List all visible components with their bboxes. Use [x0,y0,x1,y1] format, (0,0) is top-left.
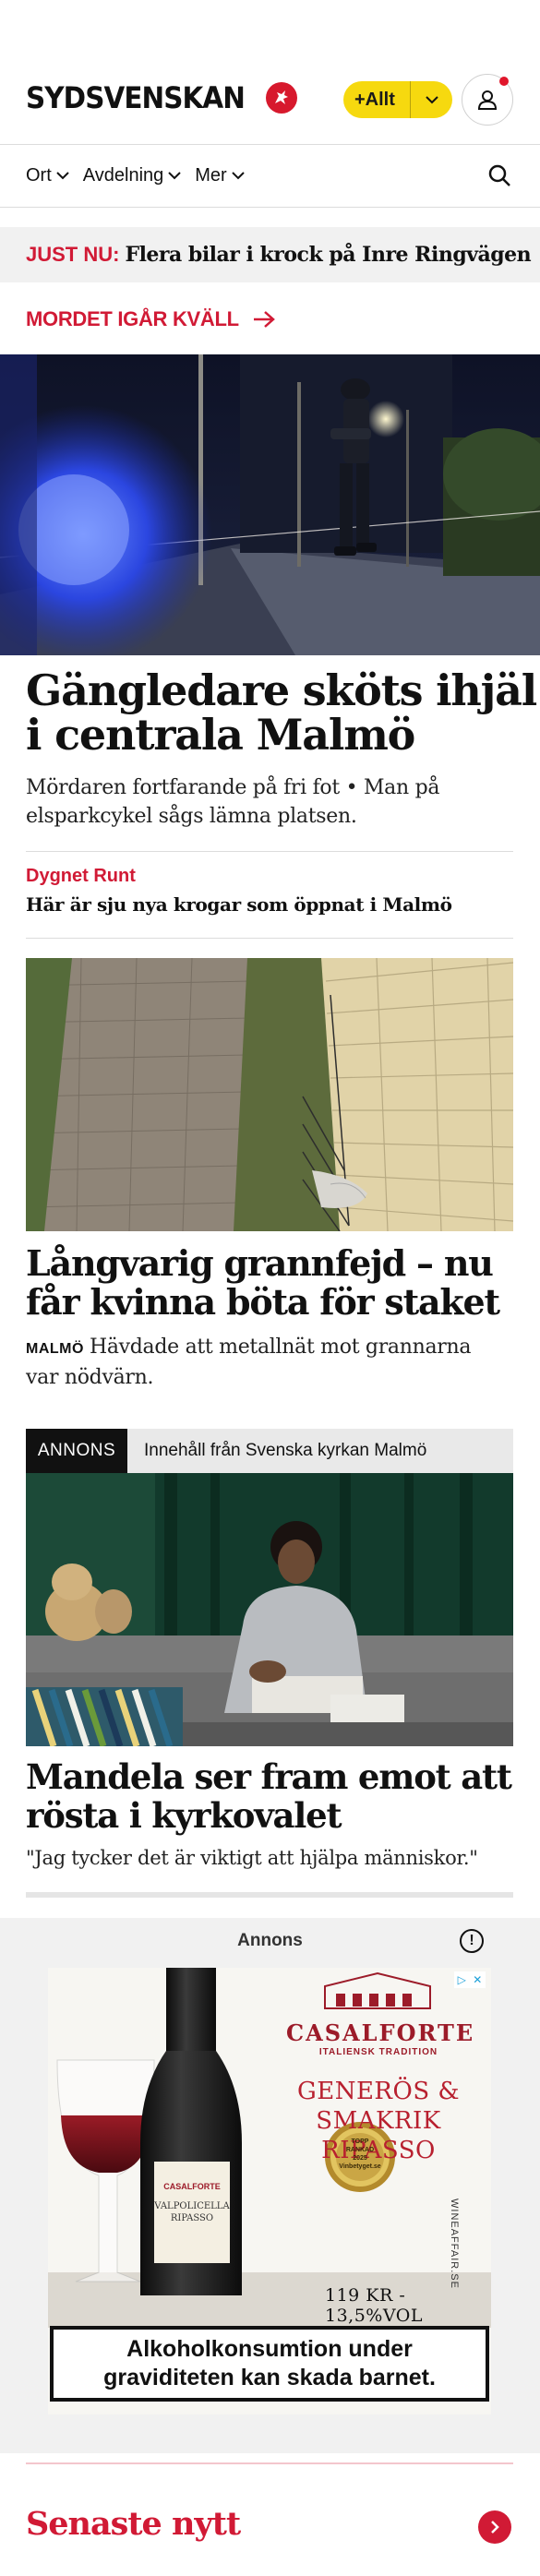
ad-brand: CASALFORTE [286,2019,475,2046]
chevron-down-icon [411,95,452,104]
sponsored-headline[interactable]: Mandela ser fram emot att rösta i kyrkov… [26,1756,512,1836]
lede-line: elsparkcykel sågs lämna platsen. [26,805,357,828]
alcohol-warning: Alkoholkonsumtion under graviditeten kan… [50,2326,489,2402]
user-icon [477,90,498,110]
topic-link[interactable]: MORDET IGÅR KVÄLL [26,301,276,338]
chevron-down-icon [56,172,69,180]
headline-line: Mandela ser fram emot att [26,1756,512,1797]
search-button[interactable] [486,162,512,193]
sponsored-label-bar: ANNONS Innehåll från Svenska kyrkan Malm… [26,1429,513,1473]
main-nav: Ort Avdelning Mer [0,146,540,205]
headline-line: rösta i kyrkovalet [26,1795,342,1836]
nav-item-avdelning[interactable]: Avdelning [83,165,182,186]
user-account-button[interactable] [462,74,513,126]
headline-line: Långvarig grannfejd – nu [26,1242,494,1284]
latest-news-arrow-button[interactable] [478,2510,511,2544]
nav-label: Ort [26,164,52,186]
nav-label: Mer [195,164,227,186]
main-story-image[interactable] [0,354,540,655]
latest-news-title[interactable]: Senaste nytt [26,2505,241,2543]
allt-label: +Allt [354,89,395,110]
headline-line: får kvinna böta för staket [26,1281,500,1323]
nav-divider [0,207,540,208]
chevron-down-icon [168,172,181,180]
sponsored-image[interactable] [26,1473,513,1746]
griffin-logo-icon [265,82,297,114]
lede-line: Hävdade att metallnät mot grannarna [89,1336,472,1359]
header-divider [0,144,540,145]
bottle-label-brand: CASALFORTE [163,2182,221,2191]
annons-tag: ANNONS [26,1429,127,1473]
related-kicker[interactable]: Dygnet Runt [26,866,136,887]
sponsored-divider [26,1892,513,1898]
site-header: SYDSVENSKAN +Allt [0,0,540,144]
ad-info-icon[interactable]: ! [460,1929,484,1953]
ad-site: WINEAFFAIR.SE [449,2199,460,2289]
chevron-down-icon [232,172,245,180]
sponsor-name: Innehåll från Svenska kyrkan Malmö [144,1441,427,1460]
wine-ad-creative[interactable]: ▷ ✕ CASALFORTE VALPOLICELLA RIPASSO CASA… [48,1968,491,2414]
nav-item-ort[interactable]: Ort [26,165,70,186]
search-icon [488,164,510,186]
breaking-label: JUST NU: [26,243,120,266]
sponsored-lede: "Jag tycker det är viktigt att hjälpa mä… [26,1847,478,1869]
related-headline[interactable]: Här är sju nya krogar som öppnat i Malmö [26,893,452,916]
ad-price: 119 KR - 13,5%VOL [325,2285,423,2326]
section-divider [26,2462,513,2464]
story2-lede: MALMÖ Hävdade att metallnät mot grannarna… [26,1333,472,1392]
ad-award-badge: TOPP RANKAD 2025 Vinbetyget.se [339,2139,381,2170]
headline-line: Gängledare sköts ihjäl [26,665,537,715]
breaking-text: Flera bilar i krock på Inre Ringvägen [125,243,532,267]
story-divider [26,851,513,852]
lede-line: Mördaren fortfarande på fri fot • Man på [26,776,440,799]
main-story-lede: Mördaren fortfarande på fri fot • Man på… [26,773,439,831]
arrow-right-icon [253,311,275,328]
story2-image[interactable] [26,958,513,1231]
allt-subscribe-button[interactable]: +Allt [343,81,452,118]
site-logo[interactable]: SYDSVENSKAN [26,78,297,118]
logo-wordmark: SYDSVENSKAN [26,80,246,115]
headline-line: i centrala Malmö [26,710,415,760]
notification-dot [499,77,509,86]
story-divider [26,938,513,939]
story2-headline[interactable]: Långvarig grannfejd – nu får kvinna böta… [26,1242,500,1323]
main-story-headline[interactable]: Gängledare sköts ihjäl i centrala Malmö [26,665,537,760]
bottle-label-wine: VALPOLICELLA RIPASSO [154,2201,230,2223]
breaking-news-bar[interactable]: JUST NU: Flera bilar i krock på Inre Rin… [0,227,540,282]
location-label: MALMÖ [26,1341,84,1357]
chevron-right-icon [491,2521,499,2534]
lede-line: var nödvärn. [26,1366,154,1389]
topic-label: MORDET IGÅR KVÄLL [26,307,239,330]
nav-item-mer[interactable]: Mer [195,165,245,186]
ad-brand-sub: ITALIENSK TRADITION [318,2047,438,2057]
nav-label: Avdelning [82,164,164,186]
